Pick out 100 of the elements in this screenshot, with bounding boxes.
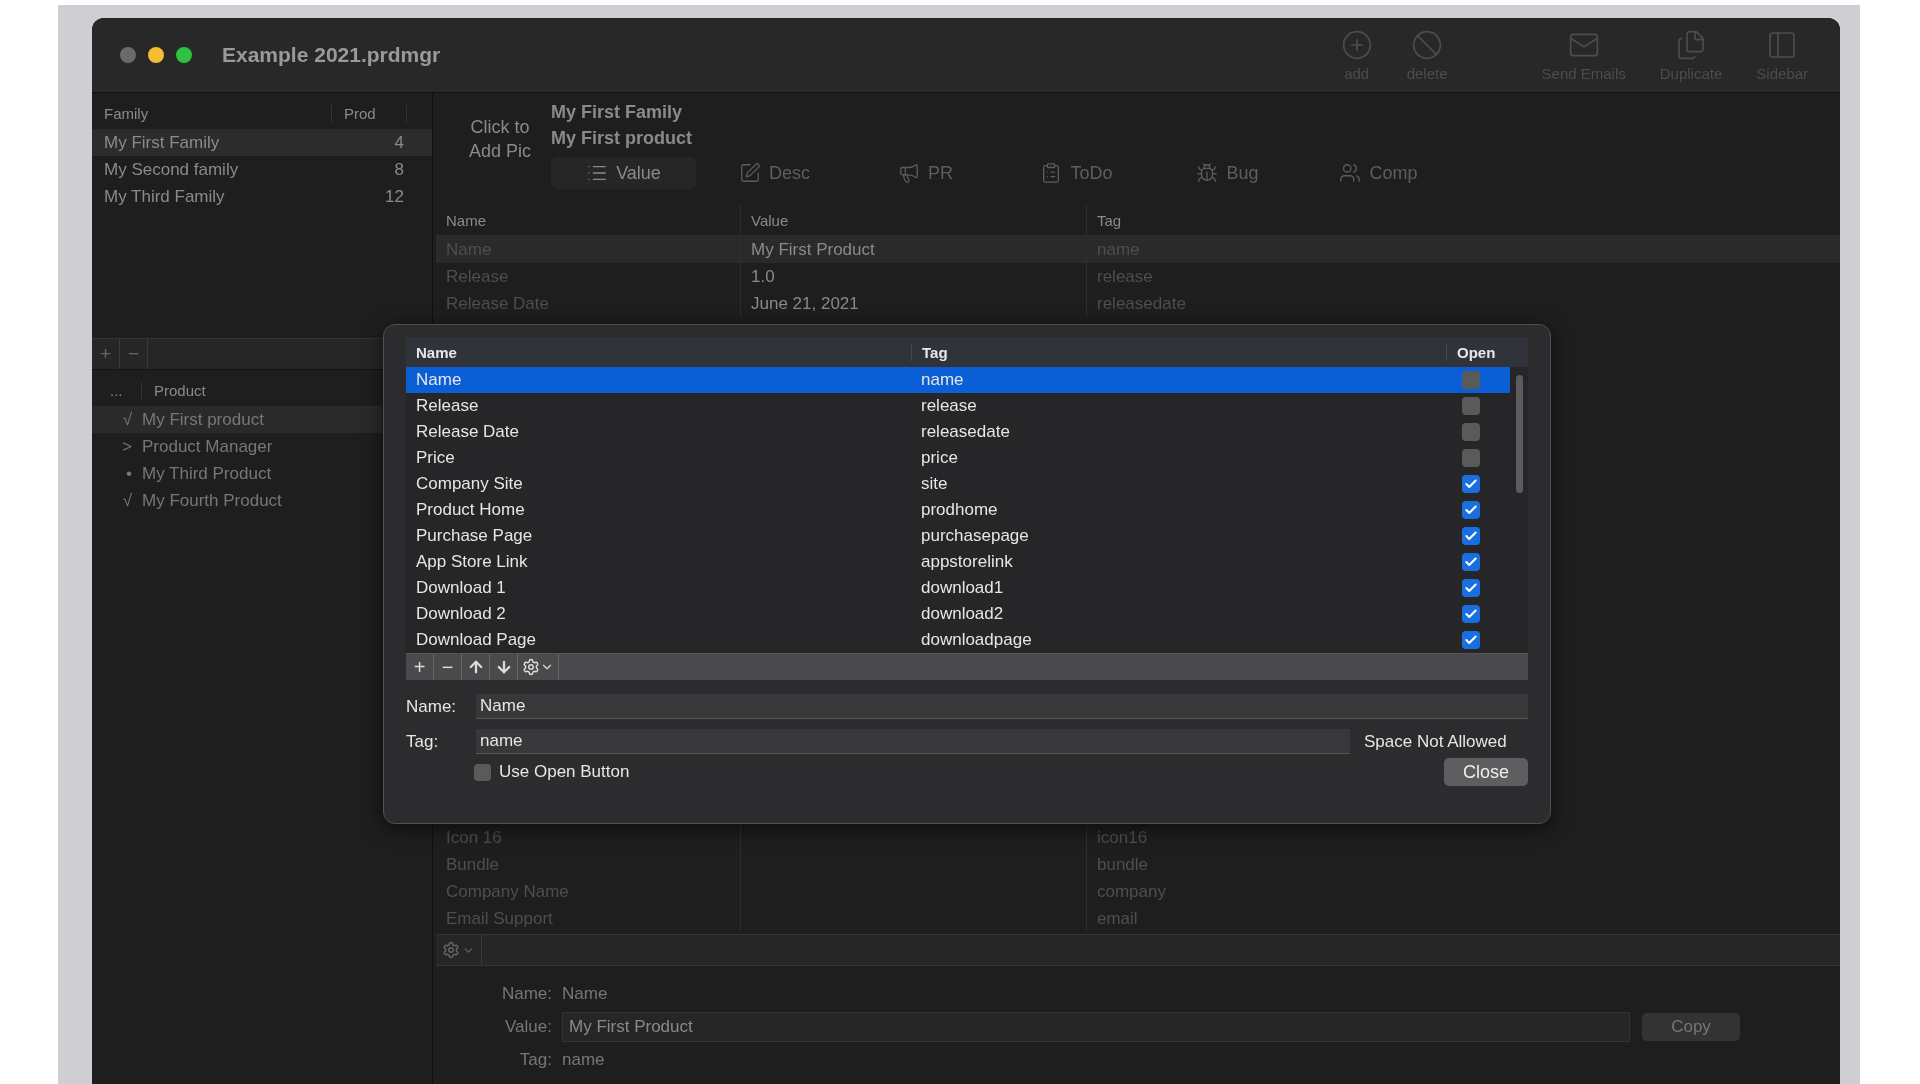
field-tag: download1 [911,578,1446,598]
checkmark-icon [1464,633,1478,647]
field-name: App Store Link [415,552,529,572]
close-button[interactable]: Close [1444,758,1528,786]
product-row[interactable]: √ My Fourth Product [92,487,382,514]
open-checkbox[interactable] [1462,423,1480,441]
column-header[interactable]: Prod [332,104,407,122]
open-checkbox[interactable] [1462,579,1480,597]
field-name: Download 2 [415,604,507,624]
open-checkbox[interactable] [1462,475,1480,493]
use-open-checkbox[interactable]: Use Open Button [474,762,630,782]
field-label: Tag: [518,1050,553,1070]
field-row[interactable]: Price price [406,445,1510,471]
product-row[interactable]: • My Third Product [92,460,382,487]
product-count: 4 [393,132,404,153]
status-marker: > [121,436,133,457]
field-tag: name [911,370,1446,390]
field-name: Download Page [415,630,538,650]
open-checkbox[interactable] [1462,605,1480,623]
family-row[interactable]: My First Family 4 [92,129,432,156]
field-tag: download2 [911,604,1446,624]
column-header[interactable]: Open [1446,343,1516,361]
tab[interactable]: Value [551,157,696,189]
open-checkbox[interactable] [1462,371,1480,389]
field-label: Tag: [406,731,440,752]
toolbar-button[interactable]: − [434,654,462,680]
field-row[interactable]: Name name [406,367,1510,393]
field-name: Name [415,370,463,390]
megaphone-icon [898,162,920,184]
tab[interactable]: Bug [1155,157,1300,189]
field-tag: releasedate [911,422,1446,442]
field-row[interactable]: Purchase Page purchasepage [406,523,1510,549]
name-field[interactable]: Name [476,694,1528,719]
open-checkbox[interactable] [1462,397,1480,415]
checkmark-icon [1464,477,1478,491]
column-header[interactable]: Tag [911,343,1446,361]
status-marker: √ [121,490,133,511]
family-name: My Second family [103,159,240,180]
toolbar-button[interactable]: − [120,339,148,369]
hint-text: Space Not Allowed [1364,731,1507,752]
status-marker: √ [121,409,133,430]
tag-value: name [562,1050,606,1070]
zoom-light[interactable] [176,47,192,63]
close-light[interactable] [120,47,136,63]
toolbar-button[interactable]: + [92,339,120,369]
tab[interactable]: Desc [702,157,847,189]
product-row[interactable]: > Product Manager [92,433,382,460]
toolbar-button[interactable]: + [406,654,434,680]
minimize-light[interactable] [148,47,164,63]
product-count: 12 [384,186,404,207]
field-name: Release Date [415,422,520,442]
family-row[interactable]: My Second family 8 [92,156,432,183]
field-row[interactable]: Release release [406,393,1510,419]
open-checkbox[interactable] [1462,527,1480,545]
open-checkbox[interactable] [1462,553,1480,571]
tab[interactable]: ToDo [1004,157,1149,189]
field-tag: prodhome [911,500,1446,520]
plus-circle-icon [1340,28,1373,61]
field-row[interactable]: Release Date releasedate [406,419,1510,445]
field-row[interactable]: Download 2 download2 [406,601,1510,627]
column-header[interactable]: Tag [1087,205,1487,235]
field-row[interactable]: Company Site site [406,471,1510,497]
column-header[interactable]: Product [142,381,342,399]
copy-button[interactable]: Copy [1642,1013,1740,1041]
open-checkbox[interactable] [1462,501,1480,519]
field-tag: release [911,396,1446,416]
column-header[interactable]: Name [406,343,911,361]
field-row[interactable]: Download 1 download1 [406,575,1510,601]
column-header[interactable]: Family [92,104,332,122]
window-title: Example 2021.prdmgr [222,43,441,67]
field-label: Value: [504,1017,553,1037]
product-row[interactable]: √ My First product [92,406,382,433]
column-header[interactable]: ... [92,381,142,399]
family-row[interactable]: My Third Family 12 [92,183,432,210]
column-header[interactable]: Name [436,205,741,235]
people-icon [1339,162,1362,184]
add-picture-label[interactable]: Click to Add Pic [461,115,539,205]
column-header[interactable]: Value [741,205,1087,235]
checkmark-icon [1464,555,1478,569]
tag-field[interactable]: name [476,729,1350,754]
family-title: My First Family [551,101,684,124]
checkmark-icon [1464,529,1478,543]
product-count: 8 [393,159,404,180]
field-label: Name: [406,696,458,717]
product-name: My Third Product [142,463,272,484]
field-name: Release [415,396,480,416]
scrollbar-thumb[interactable] [1515,375,1523,493]
field-row[interactable]: Product Home prodhome [406,497,1510,523]
tab[interactable]: PR [853,157,998,189]
gear-icon [442,941,460,959]
documents-icon [1675,28,1707,61]
field-row[interactable]: App Store Link appstorelink [406,549,1510,575]
field-row[interactable]: Download Page downloadpage [406,627,1510,653]
field-name: Purchase Page [415,526,534,546]
open-checkbox[interactable] [1462,631,1480,649]
field-label: Name: [500,984,553,1004]
tab[interactable]: Comp [1306,157,1451,189]
open-checkbox[interactable] [1462,449,1480,467]
value-field[interactable]: My First Product [562,1012,1630,1042]
bug-icon [1196,162,1219,184]
